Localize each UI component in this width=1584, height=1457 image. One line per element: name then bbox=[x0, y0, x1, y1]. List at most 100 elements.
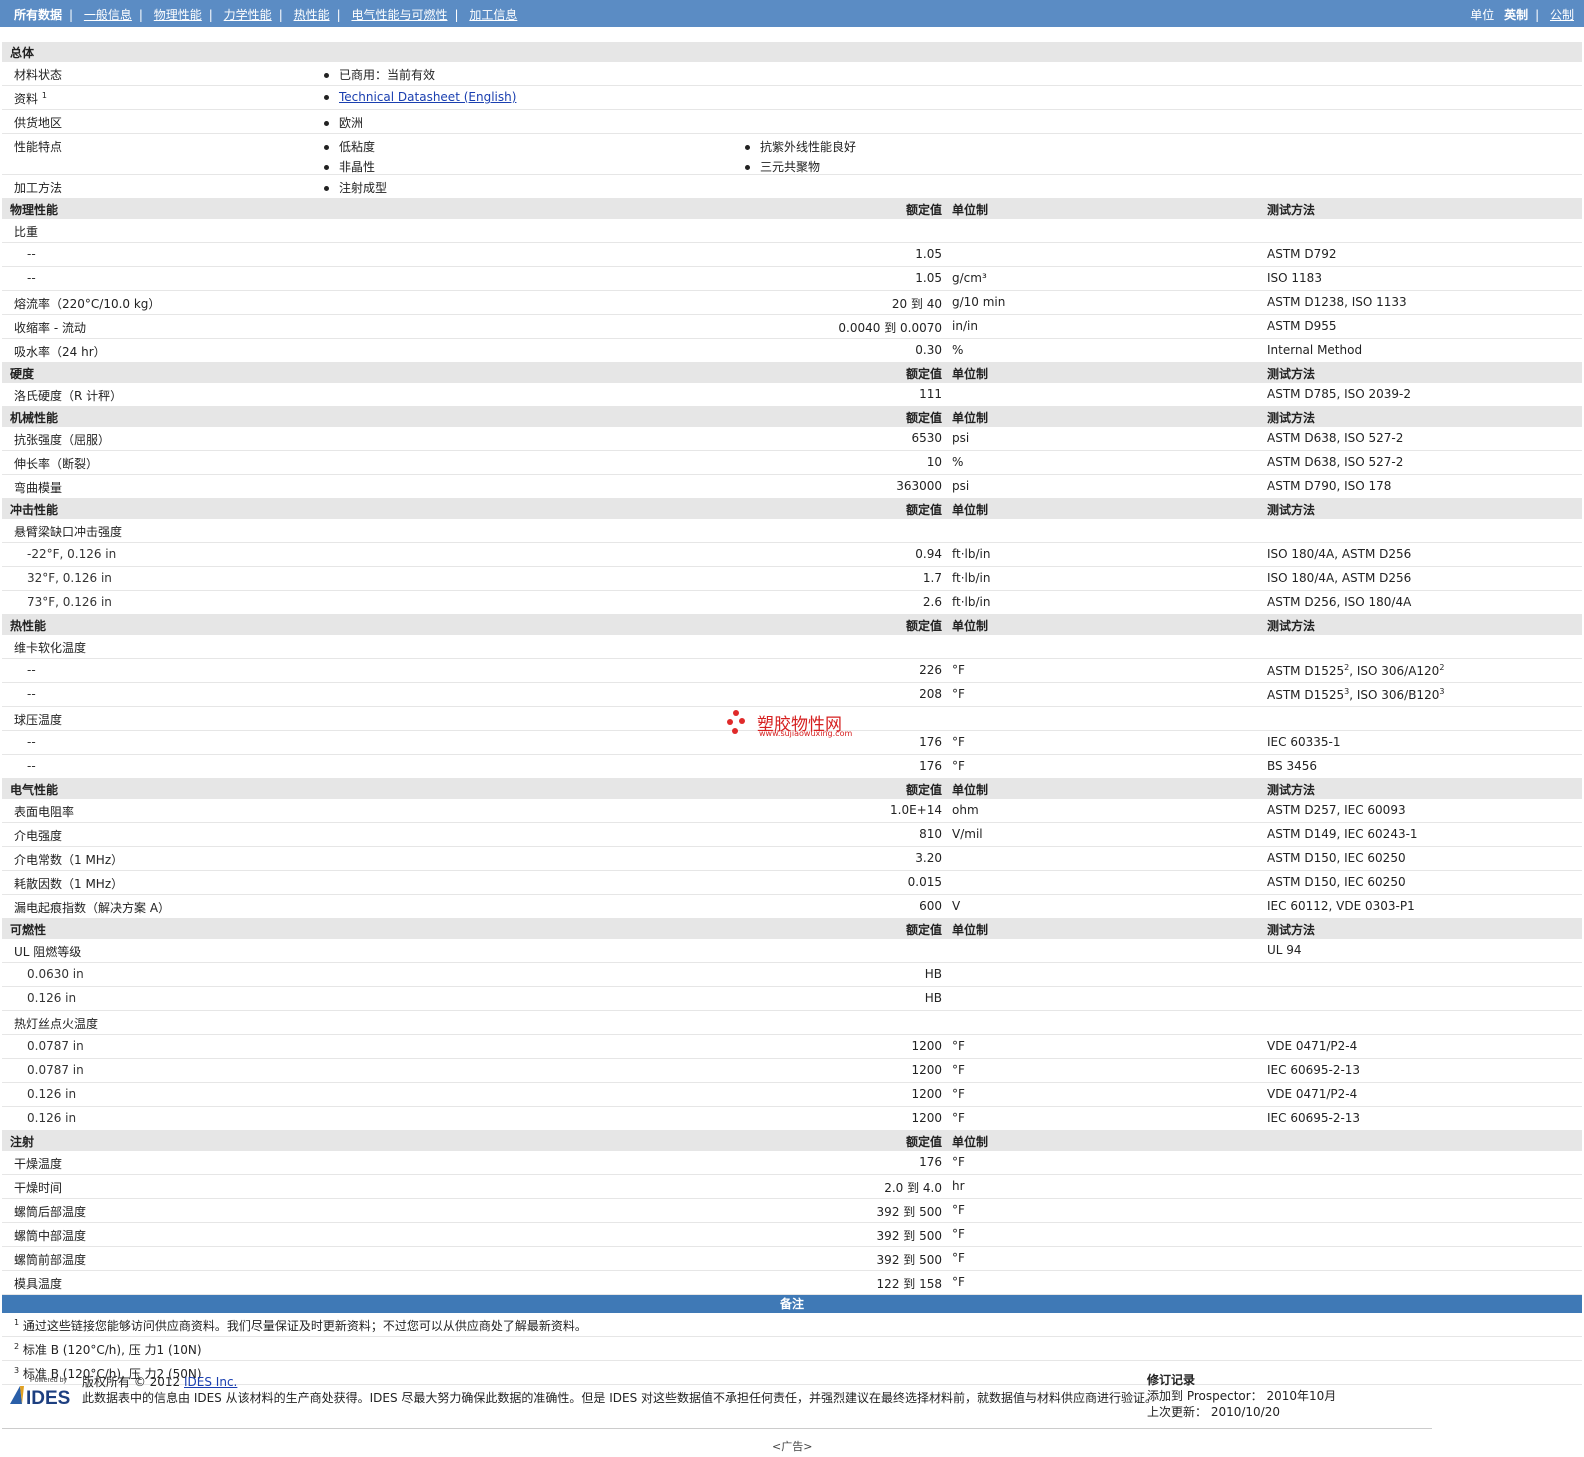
row-value: 1200 bbox=[911, 1111, 942, 1125]
row-label: -- bbox=[27, 735, 36, 749]
table-row: 0.0787 in 1200 °F VDE 0471/P2-4 bbox=[2, 1035, 1582, 1059]
table-row: 0.126 in 1200 °F IEC 60695-2-13 bbox=[2, 1107, 1582, 1131]
section-title: 硬度 bbox=[10, 367, 35, 381]
row-label: 介电常数（1 MHz） bbox=[14, 853, 124, 867]
row-unit: V bbox=[952, 899, 961, 913]
row-label: -- bbox=[27, 663, 36, 677]
footer-divider bbox=[2, 1428, 1432, 1429]
section-title: 热性能 bbox=[10, 619, 47, 633]
row-value: 3.20 bbox=[915, 851, 942, 865]
unit-header: 单位制 bbox=[952, 367, 989, 381]
row-value: 0.94 bbox=[915, 547, 942, 561]
row-label: 0.126 in bbox=[27, 1111, 77, 1125]
table-row: 0.126 in HB bbox=[2, 987, 1582, 1011]
row-value: 810 bbox=[919, 827, 942, 841]
section-title: 电气性能 bbox=[10, 783, 59, 797]
row-test: ASTM D15253, ISO 306/B1203 bbox=[1267, 687, 1445, 702]
table-row: 表面电阻率 1.0E+14 ohm ASTM D257, IEC 60093 bbox=[2, 799, 1582, 823]
row-unit: °F bbox=[952, 1063, 965, 1077]
unit-header: 单位制 bbox=[952, 503, 989, 517]
row-value: 122 到 158 bbox=[876, 1277, 942, 1291]
row-group: 悬臂梁缺口冲击强度 bbox=[2, 519, 1582, 543]
table-row: 吸水率（24 hr） 0.30 % Internal Method bbox=[2, 339, 1582, 363]
unit-metric[interactable]: 公制 bbox=[1550, 8, 1574, 22]
row-test: VDE 0471/P2-4 bbox=[1267, 1039, 1358, 1053]
row-value: 1.05 bbox=[915, 247, 942, 261]
tab-thermal[interactable]: 热性能 bbox=[294, 8, 330, 22]
row-value: 363000 bbox=[896, 479, 942, 493]
row-value: 176 bbox=[919, 1155, 942, 1169]
row-unit: °F bbox=[952, 735, 965, 749]
value-header: 额定值 bbox=[905, 619, 942, 633]
row-value: 176 bbox=[919, 759, 942, 773]
row-value: 226 bbox=[919, 663, 942, 677]
table-row: 弯曲模量 363000 psi ASTM D790, ISO 178 bbox=[2, 475, 1582, 499]
svg-text:Powered by: Powered by bbox=[30, 1377, 67, 1384]
unit-header: 单位制 bbox=[952, 923, 989, 937]
row-value: 1.7 bbox=[922, 571, 942, 585]
row-label: -22°F, 0.126 in bbox=[27, 547, 117, 561]
row-unit: psi bbox=[952, 479, 970, 493]
row-group: 比重 bbox=[2, 219, 1582, 243]
value-header: 额定值 bbox=[905, 1135, 942, 1149]
row-value: 2.6 bbox=[922, 595, 942, 609]
row-region: 供货地区 欧洲 bbox=[2, 110, 1582, 134]
row-unit: ft·lb/in bbox=[952, 571, 991, 585]
table-row: 伸长率（断裂） 10 % ASTM D638, ISO 527-2 bbox=[2, 451, 1582, 475]
section-hardness-header: 硬度 额定值 单位制 测试方法 bbox=[2, 363, 1582, 383]
table-row: 32°F, 0.126 in 1.7 ft·lb/in ISO 180/4A, … bbox=[2, 567, 1582, 591]
row-value: 208 bbox=[919, 687, 942, 701]
row-label: 球压温度 bbox=[14, 713, 63, 727]
svg-text:IDES: IDES bbox=[26, 1388, 70, 1409]
revision-history: 修订记录 添加到 Prospector： 2010年10月 上次更新： 2010… bbox=[1147, 1373, 1337, 1419]
table-row: 收缩率 - 流动 0.0040 到 0.0070 in/in ASTM D955 bbox=[2, 315, 1582, 339]
row-group: 维卡软化温度 bbox=[2, 635, 1582, 659]
section-title: 机械性能 bbox=[10, 411, 59, 425]
row-test: ASTM D1238, ISO 1133 bbox=[1267, 295, 1407, 309]
table-row: 漏电起痕指数（解决方案 A） 600 V IEC 60112, VDE 0303… bbox=[2, 895, 1582, 919]
tab-general[interactable]: 一般信息 bbox=[84, 8, 132, 22]
table-row: -- 1.05 ASTM D792 bbox=[2, 243, 1582, 267]
row-unit: g/cm³ bbox=[952, 271, 987, 285]
ides-logo: Powered by IDES bbox=[8, 1374, 74, 1410]
footer: Powered by IDES 版权所有 © 2012 IDES Inc. 此数… bbox=[2, 1372, 1582, 1422]
ides-link[interactable]: IDES Inc. bbox=[184, 1375, 237, 1389]
row-unit: °F bbox=[952, 1203, 965, 1217]
tab-electrical[interactable]: 电气性能与可燃性 bbox=[351, 8, 447, 22]
row-test: ASTM D785, ISO 2039-2 bbox=[1267, 387, 1412, 401]
tab-physical[interactable]: 物理性能 bbox=[154, 8, 202, 22]
unit-english[interactable]: 英制 bbox=[1504, 8, 1528, 22]
table-row: 螺筒前部温度 392 到 500 °F bbox=[2, 1247, 1582, 1271]
unit-header: 单位制 bbox=[952, 783, 989, 797]
row-value: 392 到 500 bbox=[876, 1205, 942, 1219]
row-label: 模具温度 bbox=[14, 1277, 63, 1291]
row-value: 已商用：当前有效 bbox=[324, 66, 435, 83]
test-header: 测试方法 bbox=[1267, 783, 1316, 797]
row-features: 性能特点 低粘度 抗紫外线性能良好 非晶性 三元共聚物 bbox=[2, 134, 1582, 175]
row-test: ASTM D638, ISO 527-2 bbox=[1267, 431, 1404, 445]
test-header: 测试方法 bbox=[1267, 619, 1316, 633]
row-label: -- bbox=[27, 271, 36, 285]
test-header: 测试方法 bbox=[1267, 923, 1316, 937]
tab-all-data[interactable]: 所有数据 bbox=[14, 8, 62, 22]
footnote-text: 1 通过这些链接您能够访问供应商资料。我们尽量保证及时更新资料；不过您可以从供应… bbox=[14, 1318, 587, 1333]
row-value: HB bbox=[924, 991, 942, 1005]
tab-processing[interactable]: 加工信息 bbox=[469, 8, 517, 22]
row-label: 73°F, 0.126 in bbox=[27, 595, 112, 609]
row-value: 2.0 到 4.0 bbox=[884, 1181, 942, 1195]
row-unit: °F bbox=[952, 1155, 965, 1169]
row-label: -- bbox=[27, 759, 36, 773]
value-header: 额定值 bbox=[905, 367, 942, 381]
row-test: ASTM D150, IEC 60250 bbox=[1267, 875, 1406, 889]
row-label: 螺筒前部温度 bbox=[14, 1253, 87, 1267]
footnote: 1 通过这些链接您能够访问供应商资料。我们尽量保证及时更新资料；不过您可以从供应… bbox=[2, 1313, 1582, 1337]
row-value: 0.015 bbox=[907, 875, 942, 889]
row-label: 吸水率（24 hr） bbox=[14, 345, 106, 359]
row-unit: °F bbox=[952, 1227, 965, 1241]
row-unit: °F bbox=[952, 1039, 965, 1053]
datasheet-link[interactable]: Technical Datasheet (English) bbox=[339, 90, 516, 104]
tab-mechanical[interactable]: 力学性能 bbox=[224, 8, 272, 22]
row-label: 抗张强度（屈服） bbox=[14, 433, 111, 447]
footnote-text: 2 标准 B (120°C/h), 压 力1 (10N) bbox=[14, 1342, 202, 1357]
feature-item: 抗紫外线性能良好 bbox=[745, 138, 856, 155]
